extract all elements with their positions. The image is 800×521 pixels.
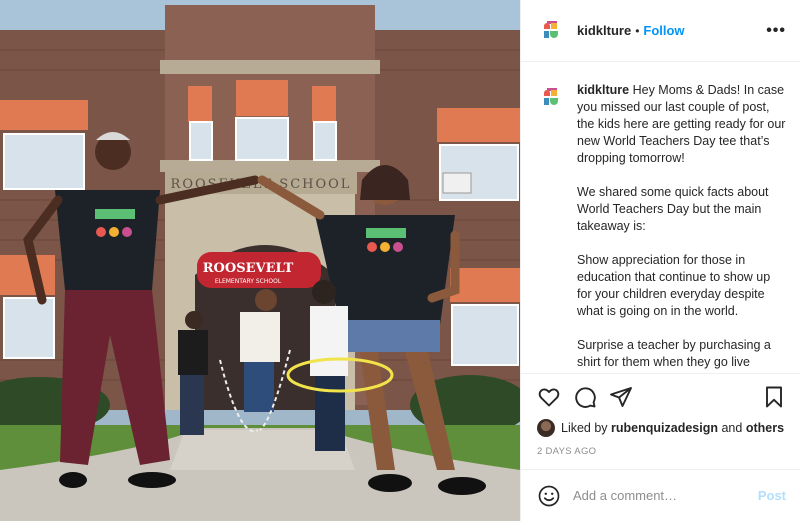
comment-icon[interactable] xyxy=(573,385,597,409)
post-actions: Liked by rubenquizadesign and others 2 D… xyxy=(521,373,800,469)
post-side-panel: kidklture • Follow ••• kidklture Hey Mom… xyxy=(520,0,800,521)
school-photo-illustration: ROOSEVELT SCHOOL ROOSEVELT ELEMENTARY SC… xyxy=(0,0,520,521)
avatar[interactable] xyxy=(537,16,565,45)
comment-bar: Add a comment… Post xyxy=(521,469,800,521)
heart-icon[interactable] xyxy=(537,385,561,409)
liked-and: and xyxy=(721,421,743,435)
liked-others-link[interactable]: others xyxy=(746,421,784,435)
username-link[interactable]: kidklture xyxy=(577,23,631,38)
liker-username[interactable]: rubenquizadesign xyxy=(611,421,718,435)
separator-dot: • xyxy=(635,23,640,38)
post-header: kidklture • Follow ••• xyxy=(521,0,800,62)
more-icon[interactable]: ••• xyxy=(766,22,786,40)
post-comment-button[interactable]: Post xyxy=(758,488,786,503)
share-icon[interactable] xyxy=(609,385,633,409)
caption-avatar[interactable] xyxy=(537,84,565,112)
follow-button[interactable]: Follow xyxy=(643,23,684,38)
smiley-icon[interactable] xyxy=(537,484,561,508)
liked-by: Liked by rubenquizadesign and others xyxy=(537,414,786,442)
door-sign-sub: ELEMENTARY SCHOOL xyxy=(215,278,282,285)
caption-paragraph: kidklture Hey Moms & Dads! In case you m… xyxy=(577,82,786,167)
post-photo[interactable]: ROOSEVELT SCHOOL ROOSEVELT ELEMENTARY SC… xyxy=(0,0,520,521)
bookmark-icon[interactable] xyxy=(762,385,786,409)
caption-paragraph-3: Show appreciation for those in education… xyxy=(577,253,771,318)
action-icons xyxy=(537,380,786,414)
caption-username[interactable]: kidklture xyxy=(577,83,629,97)
liker-avatar[interactable] xyxy=(537,419,555,437)
door-sign: ROOSEVELT xyxy=(203,261,294,276)
post-timestamp[interactable]: 2 DAYS AGO xyxy=(537,442,786,469)
caption-text: kidklture Hey Moms & Dads! In case you m… xyxy=(577,82,786,373)
caption-paragraph-2: We shared some quick facts about World T… xyxy=(577,185,769,233)
liked-prefix: Liked by xyxy=(561,421,608,435)
comment-input[interactable]: Add a comment… xyxy=(573,488,758,503)
instagram-post: ROOSEVELT SCHOOL ROOSEVELT ELEMENTARY SC… xyxy=(0,0,800,521)
caption-paragraph-4: Surprise a teacher by purchasing a shirt… xyxy=(577,338,771,373)
caption-area: kidklture Hey Moms & Dads! In case you m… xyxy=(521,62,800,373)
